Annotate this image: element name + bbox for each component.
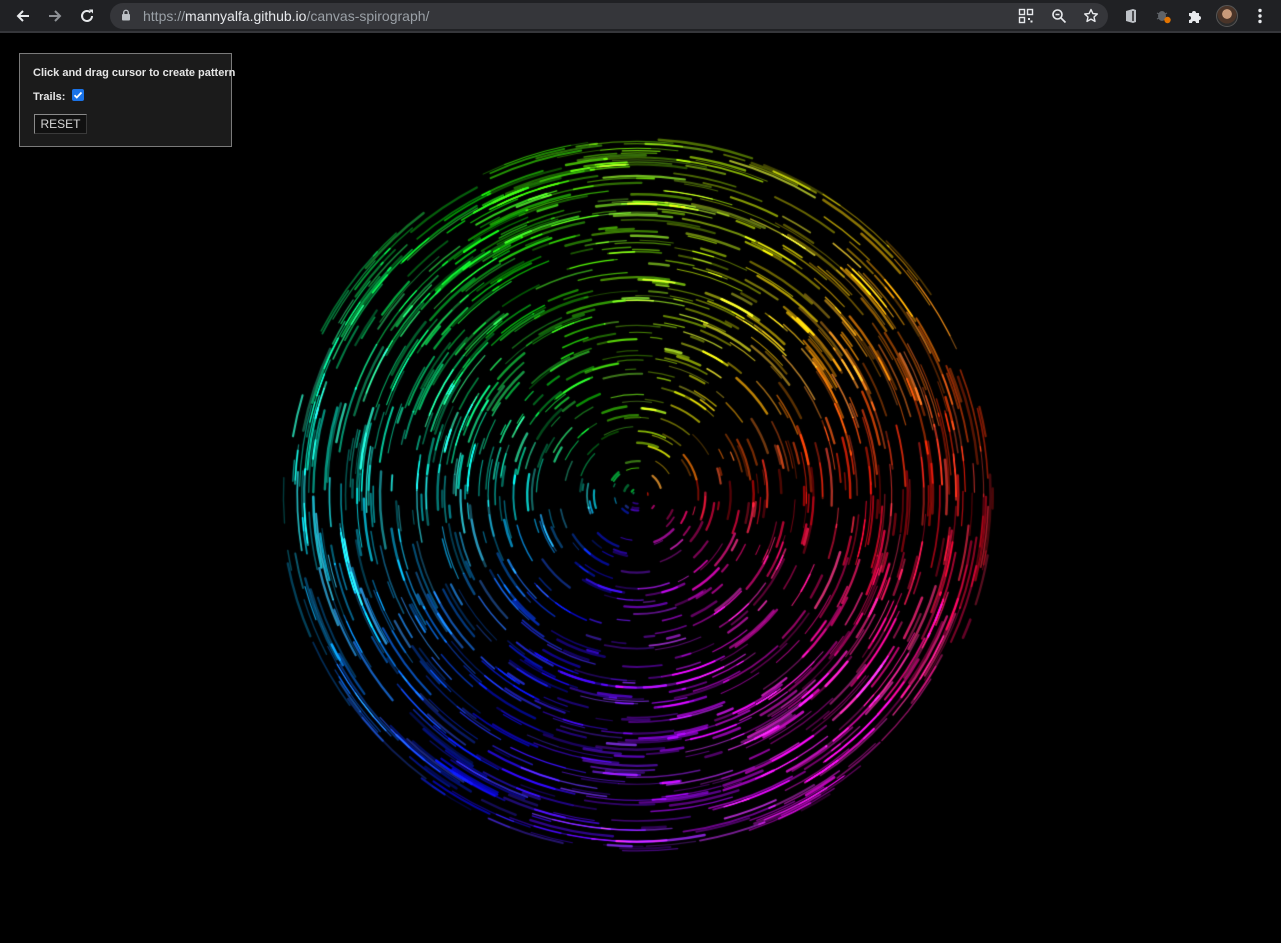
url-text[interactable]: https://mannyalfa.github.io/canvas-spiro… [143,8,429,24]
bug-extension-icon[interactable] [1153,6,1173,26]
puzzle-icon[interactable] [1185,6,1205,26]
checkmark-icon [73,91,83,99]
back-arrow-icon[interactable] [11,5,35,27]
control-panel: Click and drag cursor to create pattern … [19,53,236,147]
office-extension-icon[interactable] [1121,6,1141,26]
instructions-text: Click and drag cursor to create pattern [33,67,236,79]
url-scheme: https:// [143,8,186,24]
lock-icon[interactable] [121,9,131,21]
page-viewport: Click and drag cursor to create pattern … [0,35,1281,943]
browser-toolbar: https://mannyalfa.github.io/canvas-spiro… [0,0,1281,33]
zoom-icon[interactable] [1051,8,1067,24]
trails-checkbox[interactable] [72,89,84,101]
spirograph-canvas[interactable] [0,35,1281,943]
avatar[interactable] [1216,5,1238,27]
url-host: mannyalfa.github.io [185,8,307,24]
reset-button[interactable]: RESET [34,114,87,134]
star-icon[interactable] [1083,8,1099,24]
trails-label: Trails: [33,91,66,103]
kebab-menu-icon[interactable] [1250,6,1270,26]
address-bar[interactable]: https://mannyalfa.github.io/canvas-spiro… [110,3,1108,29]
forward-arrow-icon[interactable] [43,5,67,27]
reload-icon[interactable] [75,5,99,27]
qr-code-icon[interactable] [1018,8,1034,24]
url-path: /canvas-spirograph/ [306,8,430,24]
